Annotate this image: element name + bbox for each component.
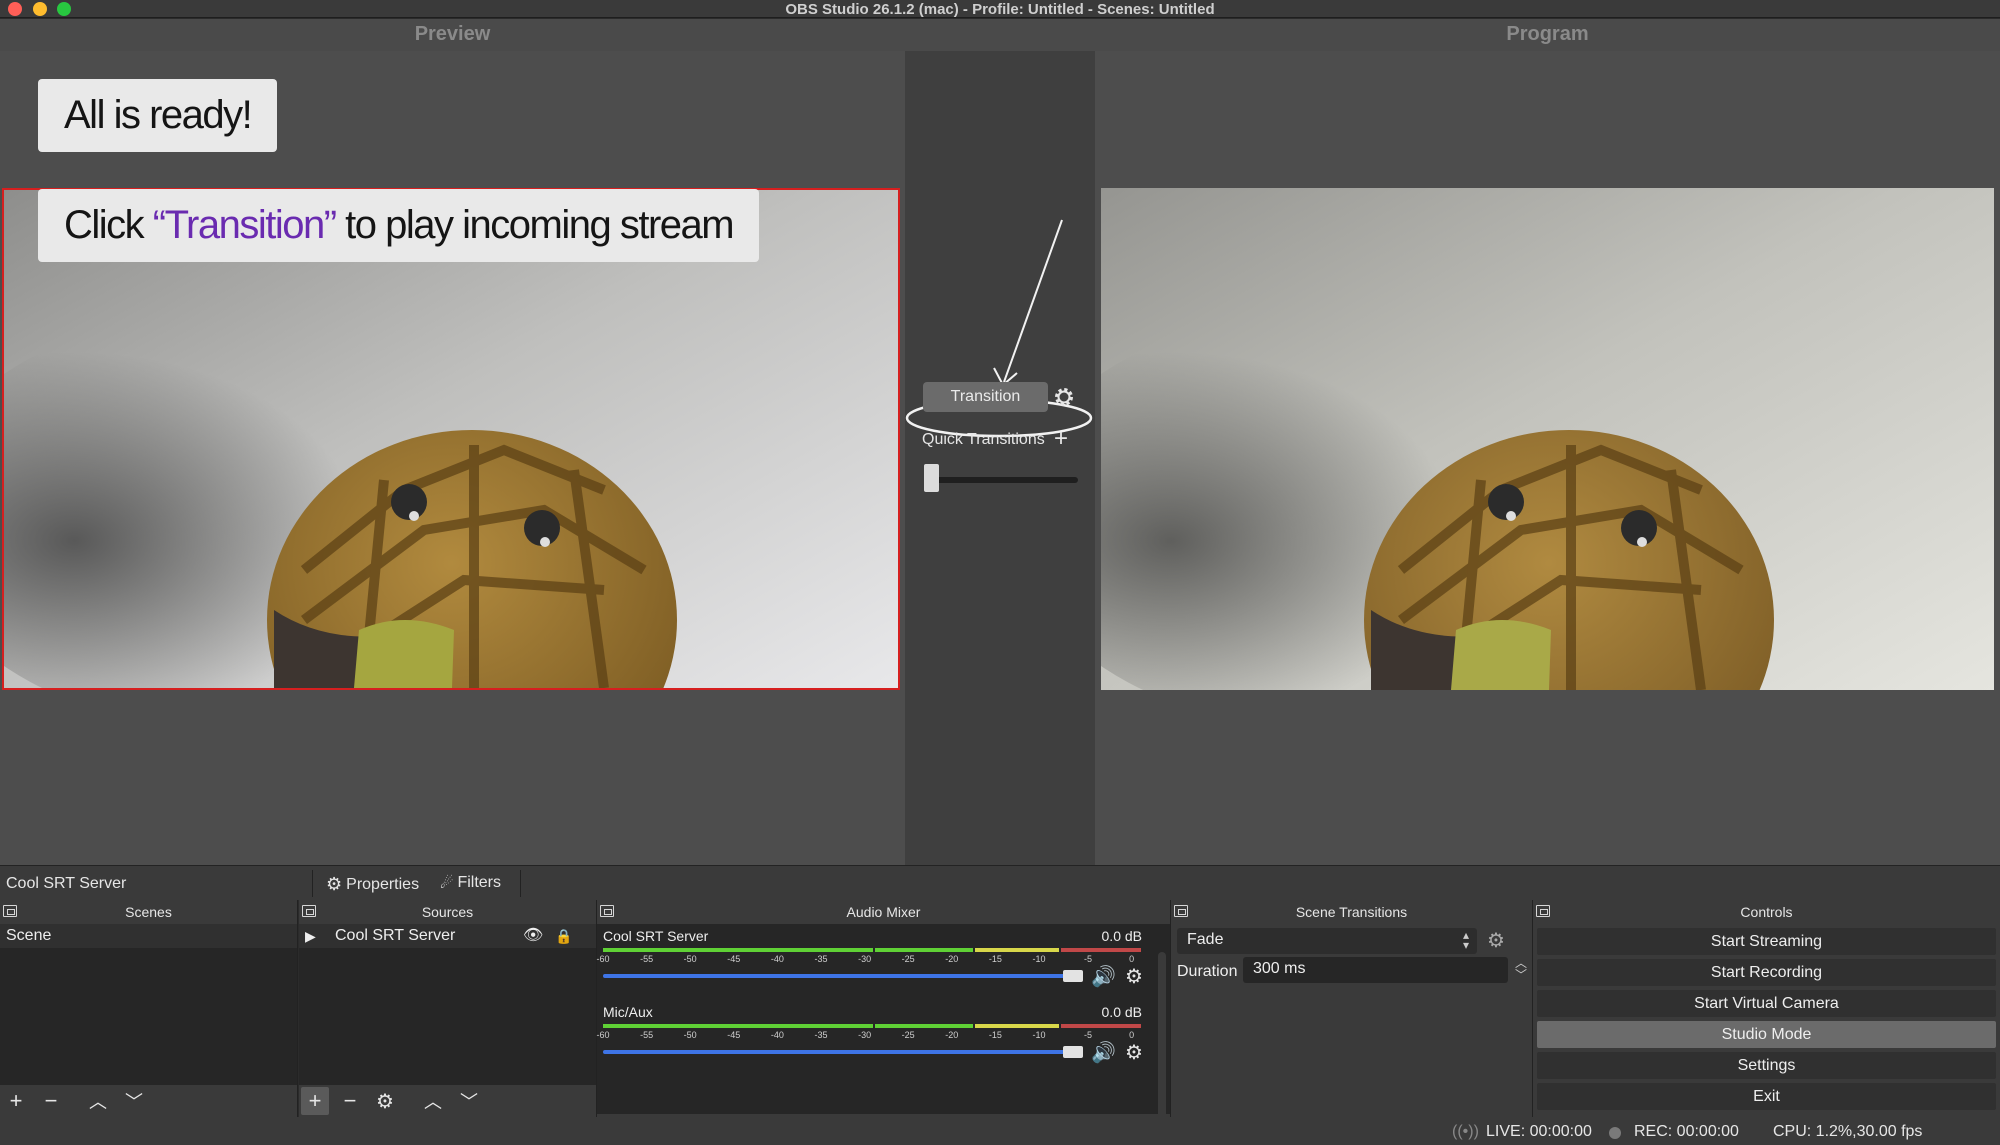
title-bar: OBS Studio 26.1.2 (mac) - Profile: Untit… [0, 0, 2000, 18]
controls-dock: Controls Start Streaming Start Recording… [1533, 900, 2000, 1117]
channel-name: Mic/Aux [603, 1004, 653, 1020]
cpu-fps: CPU: 1.2%,30.00 fps [1773, 1123, 1923, 1140]
speaker-icon[interactable]: 🔊 [1091, 964, 1116, 989]
studio-mode-button[interactable]: Studio Mode [1537, 1021, 1996, 1048]
meter-ticks: -60 -55 -50 -45 -40 -35 -30 -25 -20 -15 -10 -5 0 [596, 1030, 1135, 1040]
speaker-icon[interactable]: 🔊 [1091, 1040, 1116, 1065]
scenes-dock: Scenes Scene + − ︿ ﹀ [0, 900, 298, 1117]
transition-settings-gear-icon[interactable] [1052, 385, 1076, 409]
move-source-down-chevron-icon[interactable]: ﹀ [455, 1087, 483, 1115]
remove-source-minus-icon[interactable]: − [336, 1087, 364, 1115]
filters-button[interactable]: ☄ Filters [440, 874, 501, 892]
source-item[interactable]: ▶ Cool SRT Server 👁 🔒 [299, 924, 596, 948]
transition-properties-gear-icon[interactable]: ⚙ [1487, 930, 1509, 952]
selected-source-name: Cool SRT Server [6, 875, 127, 892]
duration-spinner-icon[interactable]: ︿ ﹀ [1511, 957, 1531, 983]
select-chevron-icon: ▴ ▾ [1462, 928, 1469, 952]
preview-label: Preview [414, 23, 491, 45]
scene-transitions-title: Scene Transitions [1295, 904, 1408, 920]
channel-db: 0.0 dB [1101, 1004, 1142, 1020]
mixer-channels: Cool SRT Server 0.0 dB -60 -55 -50 -45 -40 -3… [596, 924, 1170, 1134]
audio-mixer-dock: Audio Mixer Cool SRT Server 0.0 dB -60 -5… [596, 900, 1171, 1134]
volume-handle[interactable] [1063, 970, 1083, 982]
channel-name: Cool SRT Server [603, 928, 709, 944]
start-virtual-camera-button[interactable]: Start Virtual Camera [1537, 990, 1996, 1017]
ready-text: All is ready! [64, 93, 253, 137]
channel-settings-gear-icon[interactable]: ⚙ [1125, 964, 1143, 989]
properties-button[interactable]: ⚙ Properties [326, 874, 419, 895]
move-scene-down-chevron-icon[interactable]: ﹀ [120, 1087, 148, 1115]
transition-panel [905, 51, 1095, 865]
program-label: Program [1506, 23, 1589, 45]
rec-timer: REC: 00:00:00 [1634, 1123, 1739, 1140]
instruction-prefix: Click [64, 203, 153, 247]
scenes-list: Scene [0, 924, 297, 1085]
add-quick-transition-plus-icon[interactable]: + [1054, 427, 1068, 451]
gear-icon: ⚙ [326, 874, 343, 894]
source-toolbar: Cool SRT Server ⚙ Properties ☄ Filters [0, 865, 2000, 900]
source-properties-gear-icon[interactable]: ⚙ [371, 1087, 399, 1115]
transition-type-select[interactable]: Fade ▴ ▾ [1177, 928, 1477, 954]
volume-handle[interactable] [1063, 1046, 1083, 1058]
mixer-scrollbar[interactable] [1158, 952, 1166, 1134]
start-streaming-button[interactable]: Start Streaming [1537, 928, 1996, 955]
volume-slider[interactable] [603, 1050, 1073, 1054]
controls-title: Controls [1740, 904, 1793, 920]
duration-input[interactable]: 300 ms [1243, 957, 1508, 983]
exit-button[interactable]: Exit [1537, 1083, 1996, 1110]
remove-scene-minus-icon[interactable]: − [37, 1087, 65, 1115]
annotation-arrow [993, 219, 1063, 387]
instruction-suffix: to play incoming stream [335, 203, 734, 247]
source-name: Cool SRT Server [335, 927, 456, 944]
add-scene-plus-icon[interactable]: + [2, 1087, 30, 1115]
ready-callout: All is ready! [38, 79, 278, 152]
add-source-plus-icon[interactable]: + [301, 1087, 329, 1115]
tbar-handle[interactable] [924, 464, 939, 492]
mixer-channel: Cool SRT Server 0.0 dB -60 -55 -50 -45 -40 -3… [596, 928, 1170, 998]
lock-icon[interactable]: 🔒 [555, 924, 572, 948]
level-meter [603, 948, 1148, 952]
properties-label: Properties [346, 875, 420, 893]
scene-item[interactable]: Scene [0, 924, 297, 948]
move-source-up-chevron-icon[interactable]: ︿ [419, 1087, 447, 1115]
toolbar-divider [312, 870, 313, 897]
sources-list: ▶ Cool SRT Server 👁 🔒 [299, 924, 596, 1085]
live-signal-icon: ((•)) [1452, 1123, 1479, 1140]
sources-title: Sources [421, 904, 474, 920]
rec-dot-icon [1609, 1127, 1621, 1139]
sources-footer: + − ⚙ ︿ ﹀ [299, 1085, 596, 1117]
sources-dock: Sources ▶ Cool SRT Server 👁 🔒 + − ⚙ ︿ ﹀ [299, 900, 597, 1117]
scene-transitions-dock: Scene Transitions Fade ▴ ▾ ⚙ Duration 300… [1171, 900, 1533, 1117]
scenes-title: Scenes [125, 904, 172, 920]
status-bar: ((•)) LIVE: 00:00:00 REC: 00:00:00 CPU: … [0, 1117, 2000, 1145]
channel-db: 0.0 dB [1101, 928, 1142, 944]
transition-type-value: Fade [1187, 931, 1224, 948]
duration-label: Duration [1177, 963, 1238, 980]
quick-transitions-label: Quick Transitions [922, 431, 1045, 448]
meter-ticks: -60 -55 -50 -45 -40 -35 -30 -25 -20 -15 -10 -5 0 [596, 954, 1135, 964]
mixer-channel: Mic/Aux 0.0 dB -60 -55 -50 -45 -40 -35 -30 -25-… [596, 1004, 1170, 1074]
instruction-callout: Click “Transition” to play incoming stre… [38, 189, 760, 262]
volume-slider[interactable] [603, 974, 1073, 978]
expand-triangle-icon[interactable]: ▶ [305, 924, 316, 948]
scenes-footer: + − ︿ ﹀ [0, 1085, 297, 1117]
transition-button[interactable]: Transition [923, 382, 1048, 412]
move-scene-up-chevron-icon[interactable]: ︿ [84, 1087, 112, 1115]
live-timer: LIVE: 00:00:00 [1486, 1123, 1592, 1140]
level-meter [603, 1024, 1148, 1028]
filter-icon: ☄ [440, 875, 454, 892]
audio-mixer-title: Audio Mixer [846, 904, 921, 920]
start-recording-button[interactable]: Start Recording [1537, 959, 1996, 986]
toolbar-divider [520, 870, 521, 897]
preview-video[interactable] [2, 188, 900, 690]
tbar-track[interactable] [926, 477, 1078, 483]
visibility-eye-icon[interactable]: 👁 [523, 924, 543, 948]
filters-label: Filters [457, 874, 502, 891]
instruction-highlight: “Transition” [152, 203, 337, 247]
window-title: OBS Studio 26.1.2 (mac) - Profile: Untit… [785, 1, 1215, 18]
settings-button[interactable]: Settings [1537, 1052, 1996, 1079]
program-video [1101, 188, 1994, 690]
channel-settings-gear-icon[interactable]: ⚙ [1125, 1040, 1143, 1065]
